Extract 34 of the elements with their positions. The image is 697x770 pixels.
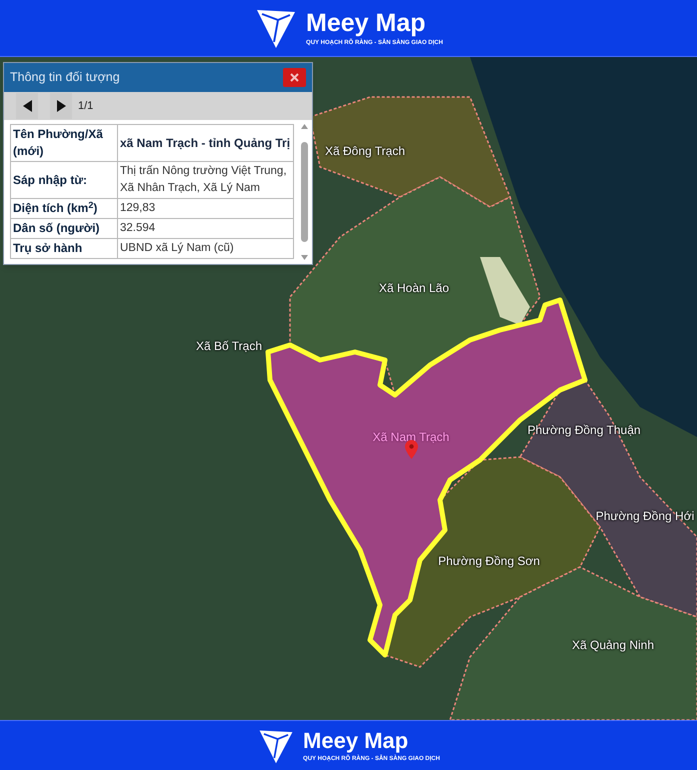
map-place-label: Phường Đồng Thuận bbox=[527, 422, 641, 439]
map-place-label: Xã Bố Trạch bbox=[196, 338, 262, 355]
field-value: xã Nam Trạch - tỉnh Quảng Trị bbox=[118, 124, 294, 162]
previous-button[interactable] bbox=[16, 93, 38, 119]
satellite-map[interactable] bbox=[0, 57, 697, 720]
down-arrow-icon bbox=[301, 255, 308, 260]
field-label: Trụ sở hành bbox=[10, 238, 118, 258]
popup-title: Thông tin đối tượng bbox=[10, 69, 120, 86]
close-icon bbox=[290, 73, 299, 82]
next-button[interactable] bbox=[50, 93, 72, 119]
brand-name: Meey Map bbox=[306, 10, 427, 36]
field-label: Diện tích (km$^{2}$) bbox=[10, 198, 118, 218]
field-value: Thị trấn Nông trường Việt Trung, Xã Nhân Trạch, Xã Lý Nam bbox=[118, 162, 294, 198]
field-value: 129,83 bbox=[118, 198, 294, 218]
location-pin-icon bbox=[405, 440, 418, 459]
field-label: Tên Phường/Xã (mới) bbox=[10, 124, 118, 162]
beach-area bbox=[480, 257, 530, 325]
field-label: Sáp nhập từ: bbox=[10, 162, 118, 198]
map-place-label: Xã Quảng Ninh bbox=[572, 637, 654, 654]
map-place-label: Phường Đồng Sơn bbox=[438, 553, 540, 570]
map-place-label: Phường Đồng Hới bbox=[596, 508, 694, 525]
page-counter: 1/1 bbox=[78, 98, 94, 114]
close-button[interactable] bbox=[283, 68, 306, 87]
field-label: Dân số (người) bbox=[10, 218, 118, 238]
field-value: 32.594 bbox=[118, 218, 294, 238]
scrollbar[interactable] bbox=[300, 124, 309, 260]
map-place-label: Xã Đông Trạch bbox=[324, 143, 406, 160]
field-value: UBND xã Lý Nam (cũ) bbox=[118, 238, 294, 258]
left-triangle-icon bbox=[22, 100, 32, 112]
brand-name: Meey Map bbox=[303, 730, 410, 752]
right-triangle-icon bbox=[56, 100, 66, 112]
up-arrow-icon bbox=[301, 124, 308, 129]
map-place-label: Xã Hoàn Lão bbox=[378, 280, 450, 297]
map-place-label: Xã Nam Trạch bbox=[372, 429, 450, 446]
